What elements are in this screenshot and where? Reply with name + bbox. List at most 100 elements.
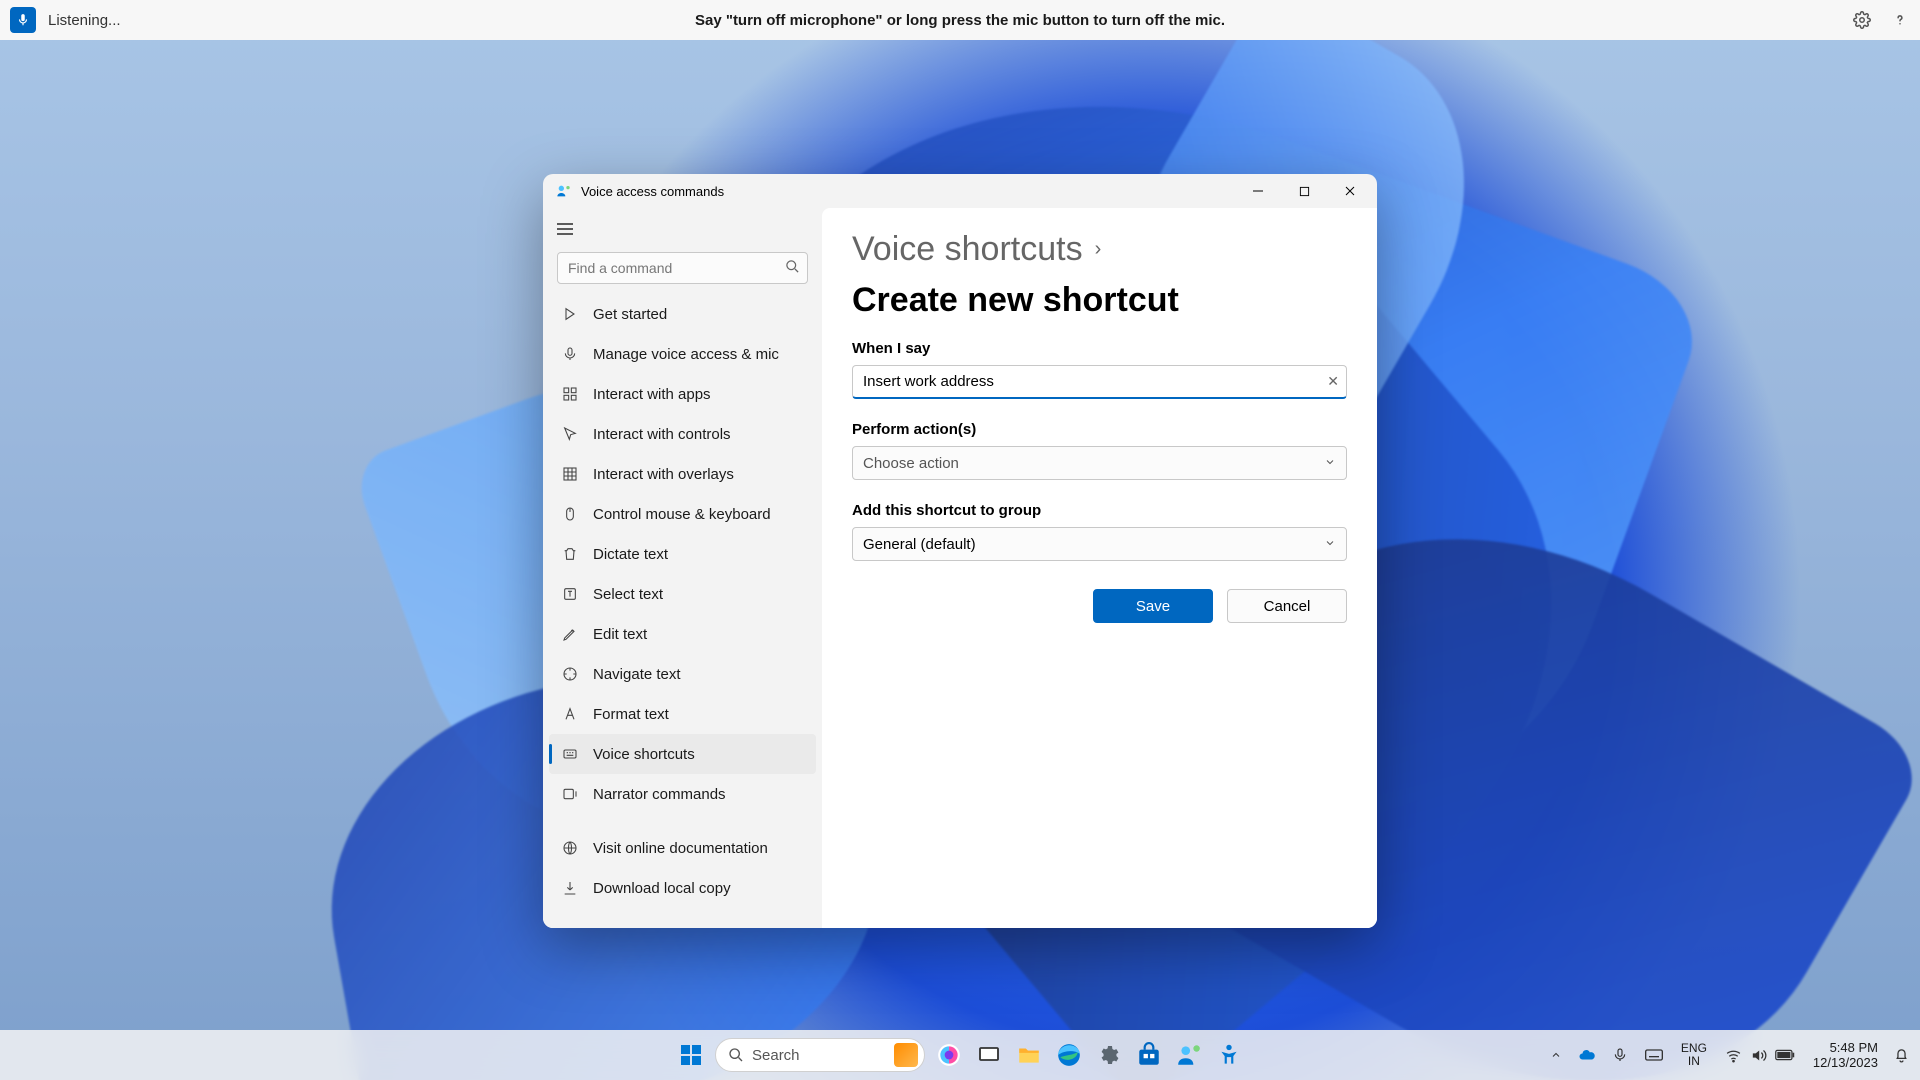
tray-notifications[interactable] [1890, 1038, 1912, 1072]
taskbar-app-voice-access[interactable] [1173, 1039, 1205, 1071]
sidebar-item-label: Get started [593, 306, 667, 323]
volume-icon [1750, 1047, 1767, 1064]
taskbar: Search ENG IN 5:48 PM 12/13/2023 [0, 1030, 1920, 1080]
group-select-value: General (default) [863, 536, 976, 553]
format-icon [561, 705, 579, 723]
chevron-down-icon [1324, 537, 1336, 549]
when-i-say-input[interactable] [852, 365, 1347, 399]
taskbar-app-store[interactable] [1133, 1039, 1165, 1071]
edit-icon [561, 625, 579, 643]
mic-toggle-button[interactable] [10, 7, 36, 33]
globe-icon [561, 839, 579, 857]
sidebar-item-label: Manage voice access & mic [593, 346, 779, 363]
action-select[interactable]: Choose action [852, 446, 1347, 480]
tray-mic-icon[interactable] [1607, 1038, 1633, 1072]
tray-network-sound-battery[interactable] [1719, 1047, 1801, 1064]
sidebar-item-controls[interactable]: Interact with controls [549, 414, 816, 454]
breadcrumb-root[interactable]: Voice shortcuts [852, 230, 1083, 269]
mic-icon [561, 345, 579, 363]
apps-icon [561, 385, 579, 403]
sidebar-item-mouse[interactable]: Control mouse & keyboard [549, 494, 816, 534]
sidebar-item-label: Navigate text [593, 666, 681, 683]
cursor-icon [561, 425, 579, 443]
navigate-icon [561, 665, 579, 683]
sidebar-item-edit[interactable]: Edit text [549, 614, 816, 654]
sidebar-item-manage[interactable]: Manage voice access & mic [549, 334, 816, 374]
sidebar-item-docs[interactable]: Visit online documentation [549, 828, 816, 868]
voice-access-bar: Listening... Say "turn off microphone" o… [0, 0, 1920, 40]
tray-overflow[interactable] [1545, 1038, 1567, 1072]
taskbar-search[interactable]: Search [715, 1038, 925, 1072]
field-when-i-say: When I say ✕ [852, 340, 1347, 399]
field-group: Add this shortcut to group General (defa… [852, 502, 1347, 561]
taskbar-app-copilot[interactable] [933, 1039, 965, 1071]
clear-input-button[interactable]: ✕ [1327, 373, 1339, 390]
taskbar-app-explorer[interactable] [1013, 1039, 1045, 1071]
sidebar-item-overlays[interactable]: Interact with overlays [549, 454, 816, 494]
sidebar-item-format[interactable]: Format text [549, 694, 816, 734]
sidebar-item-select[interactable]: Select text [549, 574, 816, 614]
content-panel: Voice shortcuts › Create new shortcut Wh… [822, 208, 1377, 928]
mouse-icon [561, 505, 579, 523]
sidebar-item-label: Dictate text [593, 546, 668, 563]
start-button[interactable] [675, 1039, 707, 1071]
taskbar-app-edge[interactable] [1053, 1039, 1085, 1071]
sidebar-item-download[interactable]: Download local copy [549, 868, 816, 908]
cancel-button[interactable]: Cancel [1227, 589, 1347, 623]
app-icon [555, 182, 573, 200]
sidebar: Get started Manage voice access & mic In… [543, 208, 822, 928]
sidebar-item-narrator[interactable]: Narrator commands [549, 774, 816, 814]
tray-onedrive-icon[interactable] [1573, 1038, 1601, 1072]
chevron-down-icon [1324, 456, 1336, 468]
narrator-icon [561, 785, 579, 803]
help-icon[interactable] [1890, 10, 1910, 30]
sidebar-item-label: Edit text [593, 626, 647, 643]
taskbar-tray: ENG IN 5:48 PM 12/13/2023 [1545, 1038, 1912, 1072]
hamburger-button[interactable] [545, 212, 585, 246]
field-perform-actions: Perform action(s) Choose action [852, 421, 1347, 480]
action-select-value: Choose action [863, 455, 959, 472]
taskbar-app-taskview[interactable] [973, 1039, 1005, 1071]
breadcrumb: Voice shortcuts › Create new shortcut [852, 230, 1347, 320]
sidebar-item-label: Control mouse & keyboard [593, 506, 771, 523]
sidebar-item-navigate[interactable]: Navigate text [549, 654, 816, 694]
tray-language[interactable]: ENG IN [1675, 1042, 1713, 1068]
search-input[interactable] [557, 252, 808, 284]
sidebar-item-label: Voice shortcuts [593, 746, 695, 763]
search-icon [785, 259, 800, 274]
breadcrumb-current: Create new shortcut [852, 281, 1179, 320]
sidebar-item-label: Download local copy [593, 880, 731, 897]
sidebar-nav: Get started Manage voice access & mic In… [543, 292, 822, 910]
label-perform-actions: Perform action(s) [852, 421, 1347, 438]
sidebar-search [557, 252, 808, 284]
sidebar-item-voice-shortcuts[interactable]: Voice shortcuts [549, 734, 816, 774]
sidebar-item-apps[interactable]: Interact with apps [549, 374, 816, 414]
taskbar-app-settings[interactable] [1093, 1039, 1125, 1071]
label-group: Add this shortcut to group [852, 502, 1347, 519]
label-when-i-say: When I say [852, 340, 1347, 357]
taskbar-center: Search [675, 1038, 1245, 1072]
voice-access-commands-window: Voice access commands Get started Manage… [543, 174, 1377, 928]
settings-icon[interactable] [1852, 10, 1872, 30]
select-text-icon [561, 585, 579, 603]
window-titlebar[interactable]: Voice access commands [543, 174, 1377, 208]
maximize-button[interactable] [1281, 174, 1327, 208]
sidebar-item-get-started[interactable]: Get started [549, 294, 816, 334]
close-button[interactable] [1327, 174, 1373, 208]
save-button[interactable]: Save [1093, 589, 1213, 623]
taskbar-app-accessibility[interactable] [1213, 1039, 1245, 1071]
sidebar-item-label: Select text [593, 586, 663, 603]
voice-hint-text: Say "turn off microphone" or long press … [695, 12, 1225, 29]
download-icon [561, 879, 579, 897]
chevron-right-icon: › [1095, 238, 1102, 261]
sidebar-item-label: Interact with apps [593, 386, 711, 403]
group-select[interactable]: General (default) [852, 527, 1347, 561]
tray-keyboard-icon[interactable] [1639, 1038, 1669, 1072]
voice-status-text: Listening... [48, 12, 121, 29]
sidebar-item-label: Interact with controls [593, 426, 731, 443]
sidebar-item-dictate[interactable]: Dictate text [549, 534, 816, 574]
tray-clock[interactable]: 5:48 PM 12/13/2023 [1807, 1040, 1884, 1070]
battery-icon [1775, 1048, 1795, 1062]
play-icon [561, 305, 579, 323]
minimize-button[interactable] [1235, 174, 1281, 208]
